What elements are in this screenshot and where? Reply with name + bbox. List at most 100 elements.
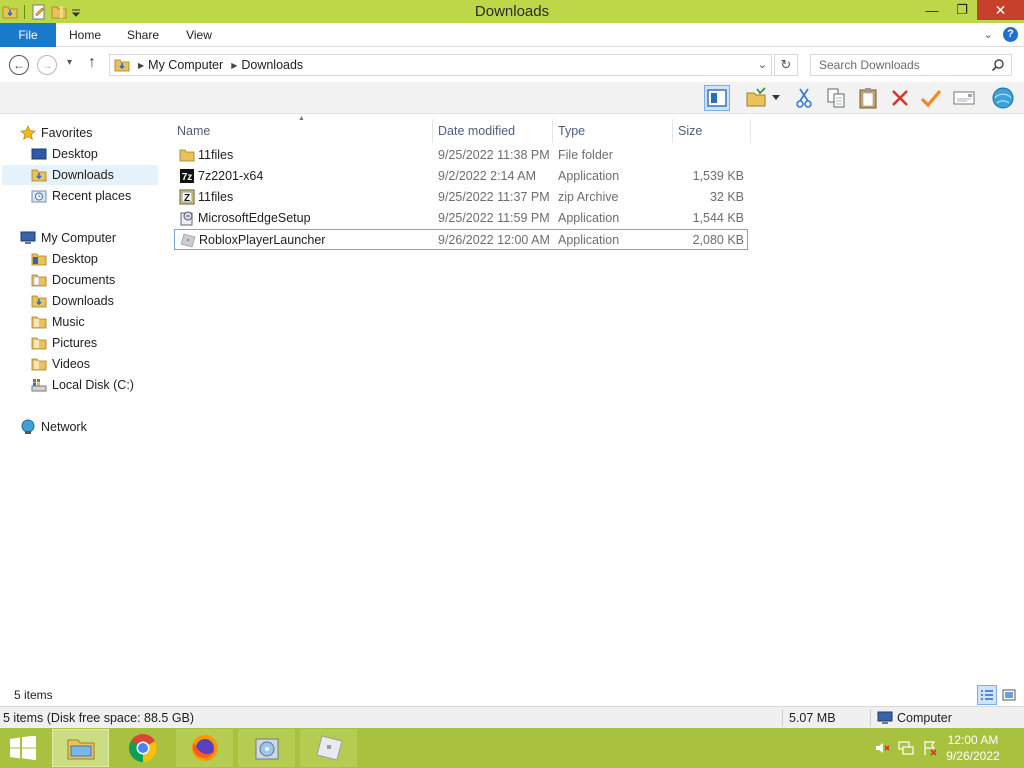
column-header-type[interactable]: Type (552, 119, 672, 143)
taskbar-file-explorer[interactable] (52, 729, 109, 767)
location-status: Computer (897, 711, 952, 725)
sidebar-my-computer[interactable]: My Computer (20, 228, 116, 248)
file-list: ▲ Name Date modified Type Size 11files 9… (170, 115, 1024, 685)
tab-file[interactable]: File (0, 23, 56, 47)
cut-icon[interactable] (791, 85, 817, 111)
action-center-icon[interactable] (922, 740, 938, 756)
column-header-date[interactable]: Date modified (432, 119, 552, 143)
up-button[interactable]: ↑ (88, 54, 96, 72)
sidebar-item-desktop-folder[interactable]: Desktop (31, 249, 98, 269)
taskbar-roblox[interactable] (300, 729, 357, 767)
tab-home[interactable]: Home (62, 23, 108, 47)
tab-share[interactable]: Share (120, 23, 166, 47)
search-icon[interactable] (991, 58, 1005, 72)
file-row[interactable]: 7z 7z2201-x64 9/2/2022 2:14 AM Applicati… (174, 166, 748, 187)
network-icon (20, 419, 36, 435)
folder-icon (179, 147, 195, 163)
svg-text:Z: Z (184, 193, 190, 204)
taskbar-media-app[interactable] (238, 729, 295, 767)
sidebar-item-music[interactable]: Music (31, 312, 85, 332)
rename-checkmark-icon[interactable] (918, 85, 944, 111)
sidebar-item-label: Documents (52, 273, 116, 287)
sidebar-item-label: Network (41, 420, 87, 434)
column-divider[interactable] (750, 119, 751, 143)
file-row-selected[interactable]: RobloxPlayerLauncher 9/26/2022 12:00 AM … (174, 229, 748, 250)
recent-locations-button[interactable]: ▾ (67, 57, 72, 68)
taskbar-chrome[interactable] (114, 729, 171, 767)
breadcrumb-separator-icon[interactable]: ▶ (138, 61, 144, 70)
new-folder-toolbar-icon[interactable] (743, 85, 769, 111)
maximize-button[interactable]: ❐ (947, 0, 977, 20)
file-row[interactable]: Z 11files 9/25/2022 11:37 PM zip Archive… (174, 187, 748, 208)
taskbar-firefox[interactable] (176, 729, 233, 767)
downloads-folder-icon (31, 167, 47, 183)
tab-view[interactable]: View (176, 23, 222, 47)
sidebar-network[interactable]: Network (20, 417, 87, 437)
paste-icon[interactable] (855, 85, 881, 111)
sidebar-favorites[interactable]: Favorites (20, 123, 92, 143)
sidebar-item-pictures[interactable]: Pictures (31, 333, 97, 353)
7zip-icon: 7z (179, 168, 195, 184)
sidebar-item-recent-places[interactable]: Recent places (31, 186, 131, 206)
sidebar-item-downloads-folder[interactable]: Downloads (31, 291, 114, 311)
folder-icon (31, 272, 47, 288)
file-row[interactable]: MicrosoftEdgeSetup 9/25/2022 11:59 PM Ap… (174, 208, 748, 229)
sidebar-item-documents[interactable]: Documents (31, 270, 115, 290)
file-name: RobloxPlayerLauncher (199, 233, 326, 247)
file-date: 9/2/2022 2:14 AM (438, 169, 536, 183)
sidebar-item-desktop[interactable]: Desktop (31, 144, 98, 164)
address-dropdown-icon[interactable]: ⌄ (758, 58, 767, 71)
column-header-size[interactable]: Size (672, 119, 750, 143)
sidebar-item-label: Music (52, 315, 85, 329)
minimize-button[interactable]: — (917, 0, 947, 20)
delete-icon[interactable] (887, 85, 913, 111)
network-status-icon[interactable] (898, 740, 914, 756)
sidebar-item-downloads[interactable]: Downloads (2, 165, 158, 185)
file-row[interactable]: 11files 9/25/2022 11:38 PM File folder (174, 145, 748, 166)
column-header-name[interactable]: Name (171, 119, 431, 143)
sidebar-item-label: Desktop (52, 252, 98, 266)
window-title: Downloads (474, 3, 550, 20)
command-toolbar (0, 82, 1024, 114)
search-box[interactable] (810, 54, 1012, 76)
file-date: 9/25/2022 11:59 PM (438, 211, 550, 225)
file-date: 9/26/2022 12:00 AM (438, 233, 550, 247)
forward-button[interactable]: → (37, 55, 57, 75)
folder-icon (31, 251, 47, 267)
sidebar-item-local-disk[interactable]: Local Disk (C:) (31, 375, 134, 395)
breadcrumb-separator-icon[interactable]: ▶ (231, 61, 237, 70)
sidebar-item-label: Recent places (52, 189, 132, 203)
downloads-folder-icon (114, 57, 130, 73)
start-windows-icon[interactable] (9, 735, 37, 761)
sidebar-item-label: Downloads (52, 294, 114, 308)
details-status-bar: 5 items (Disk free space: 88.5 GB) 5.07 … (0, 706, 1024, 728)
address-bar[interactable]: ▶ My Computer ▶ Downloads ⌄ (109, 54, 772, 76)
close-button[interactable]: ✕ (977, 0, 1024, 20)
ribbon-collapse-icon[interactable]: ⌄ (984, 28, 993, 41)
computer-icon (20, 230, 36, 246)
file-size: 32 KB (709, 190, 744, 204)
back-button[interactable]: ← (9, 55, 29, 75)
network-globe-icon[interactable] (990, 85, 1016, 111)
installer-icon (179, 210, 195, 226)
roblox-icon (180, 232, 196, 248)
breadcrumb-downloads[interactable]: Downloads (241, 58, 303, 72)
options-dropdown-icon[interactable] (768, 85, 784, 111)
large-icons-view-button[interactable] (999, 685, 1019, 705)
drive-icon (31, 377, 47, 393)
volume-muted-icon[interactable] (874, 740, 890, 756)
svg-text:7z: 7z (182, 172, 193, 183)
taskbar-clock[interactable]: 12:00 AM 9/26/2022 (938, 732, 1008, 764)
file-name: 11files (198, 148, 234, 162)
details-view-button[interactable] (977, 685, 997, 705)
preview-pane-button[interactable] (704, 85, 730, 111)
copy-icon[interactable] (823, 85, 849, 111)
help-icon[interactable]: ? (1003, 27, 1018, 42)
refresh-button[interactable]: ↻ (774, 54, 798, 76)
sidebar-item-videos[interactable]: Videos (31, 354, 90, 374)
search-input[interactable] (819, 58, 989, 72)
desktop-icon (31, 146, 47, 162)
breadcrumb-my-computer[interactable]: My Computer (148, 58, 223, 72)
sidebar-item-label: Downloads (52, 168, 114, 182)
properties-card-icon[interactable] (951, 85, 977, 111)
